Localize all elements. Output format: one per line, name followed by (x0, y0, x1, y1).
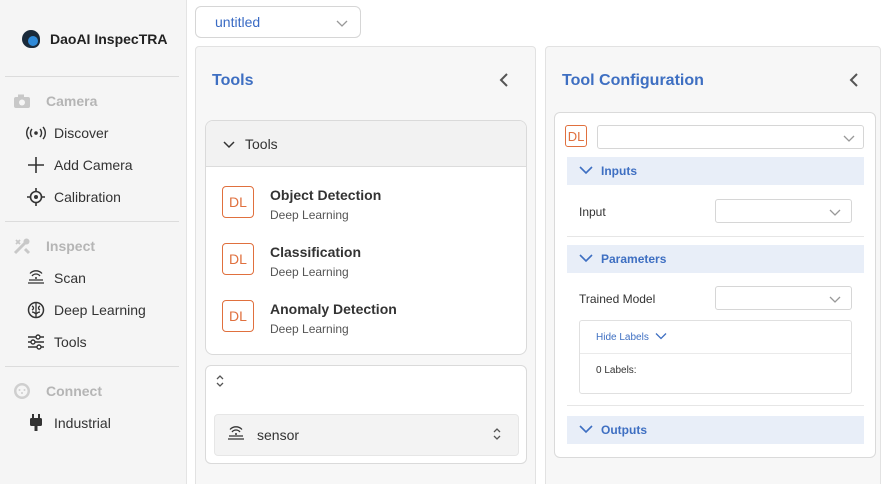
tool-item-anomaly-detection[interactable]: DL Anomaly Detection Deep Learning (222, 300, 397, 336)
divider (5, 366, 179, 367)
tool-name: Anomaly Detection (270, 301, 397, 317)
section-camera: Camera (12, 91, 97, 111)
parameters-header[interactable]: Parameters (567, 245, 864, 273)
sidebar-item-industrial[interactable]: Industrial (26, 413, 111, 433)
sidebar: DaoAI InspecTRA Camera Discover Add Came… (0, 0, 187, 484)
section-inspect: Inspect (12, 236, 95, 256)
tools-panel: Tools Tools DL Object Detection Deep Lea… (195, 46, 536, 484)
pipeline-box: sensor (205, 365, 527, 464)
chevron-down-icon (579, 423, 593, 437)
brand: DaoAI InspecTRA (22, 30, 167, 48)
chevron-left-icon[interactable] (496, 72, 512, 88)
input-label: Input (579, 205, 606, 219)
chevron-down-icon (843, 130, 855, 148)
tool-item-classification[interactable]: DL Classification Deep Learning (222, 243, 361, 279)
tools-group: Tools DL Object Detection Deep Learning … (205, 120, 527, 355)
scan-icon (227, 425, 245, 445)
tools-group-header[interactable]: Tools (206, 121, 526, 167)
chevron-down-icon (223, 136, 235, 152)
sidebar-item-label: Discover (54, 125, 109, 141)
config-panel: Tool Configuration DL Inputs Input Param… (545, 46, 881, 484)
tool-name: Classification (270, 244, 362, 260)
sidebar-item-scan[interactable]: Scan (26, 268, 86, 288)
outputs-header[interactable]: Outputs (567, 416, 864, 444)
sort-icon[interactable] (215, 374, 225, 393)
plug-icon (26, 413, 46, 433)
plus-icon (26, 155, 46, 175)
dl-badge: DL (222, 186, 254, 218)
hide-labels-label: Hide Labels (596, 331, 649, 343)
crosshair-icon (26, 187, 46, 207)
dl-badge: DL (222, 243, 254, 275)
chevron-down-icon (579, 164, 593, 178)
inputs-header[interactable]: Inputs (567, 157, 864, 185)
connect-icon (12, 381, 32, 401)
sliders-icon (26, 332, 46, 352)
scan-icon (26, 268, 46, 288)
sidebar-item-calibration[interactable]: Calibration (26, 187, 121, 207)
sidebar-item-deep-learning[interactable]: Deep Learning (26, 300, 146, 320)
sidebar-item-label: Scan (54, 270, 86, 286)
input-select[interactable] (715, 199, 852, 223)
section-label: Connect (46, 383, 102, 399)
parameters-label: Parameters (601, 252, 667, 266)
logo-icon (22, 30, 40, 48)
config-body: DL Inputs Input Parameters Trained Model (554, 112, 876, 458)
divider (567, 236, 864, 237)
outputs-label: Outputs (601, 423, 647, 437)
sidebar-item-label: Deep Learning (54, 302, 146, 318)
sidebar-item-label: Tools (54, 334, 87, 350)
sidebar-item-label: Add Camera (54, 157, 133, 173)
sensor-item[interactable]: sensor (214, 414, 519, 456)
dl-badge: DL (565, 125, 587, 147)
divider (5, 221, 179, 222)
hide-labels-toggle[interactable]: Hide Labels (580, 321, 851, 354)
labels-box: Hide Labels 0 Labels: (579, 320, 852, 394)
chevron-down-icon (655, 332, 667, 343)
camera-icon (12, 91, 32, 111)
panel-title: Tool Configuration (562, 72, 704, 89)
tool-category: Deep Learning (270, 265, 349, 279)
broadcast-icon (26, 123, 46, 143)
tool-item-object-detection[interactable]: DL Object Detection Deep Learning (222, 186, 381, 222)
tool-category: Deep Learning (270, 208, 349, 222)
section-label: Inspect (46, 238, 96, 254)
inputs-label: Inputs (601, 164, 637, 178)
divider (567, 405, 864, 406)
sidebar-item-discover[interactable]: Discover (26, 123, 108, 143)
trained-model-label: Trained Model (579, 292, 656, 306)
brain-icon (26, 300, 46, 320)
sidebar-item-label: Industrial (54, 415, 111, 431)
section-label: Camera (46, 93, 98, 109)
project-select[interactable]: untitled (195, 6, 361, 38)
tool-select[interactable] (597, 125, 864, 149)
sidebar-item-tools[interactable]: Tools (26, 332, 87, 352)
chevron-down-icon (579, 252, 593, 266)
dl-badge: DL (222, 300, 254, 332)
tool-category: Deep Learning (270, 322, 349, 336)
labels-count: 0 Labels: (596, 365, 637, 376)
tool-name: Object Detection (270, 187, 382, 203)
panel-title: Tools (212, 72, 254, 89)
tools-icon (12, 236, 32, 256)
tools-group-label: Tools (245, 135, 278, 152)
brand-name: DaoAI InspecTRA (50, 31, 168, 47)
trained-model-select[interactable] (715, 286, 852, 310)
project-select-value: untitled (215, 14, 261, 30)
chevron-left-icon[interactable] (846, 72, 862, 88)
chevron-down-icon (829, 291, 841, 309)
section-connect: Connect (12, 381, 102, 401)
sidebar-item-add-camera[interactable]: Add Camera (26, 155, 133, 175)
divider (5, 76, 179, 77)
sort-icon[interactable] (492, 427, 502, 444)
sidebar-item-label: Calibration (54, 189, 121, 205)
chevron-down-icon (829, 204, 841, 222)
sensor-label: sensor (257, 427, 300, 443)
chevron-down-icon (336, 15, 348, 31)
